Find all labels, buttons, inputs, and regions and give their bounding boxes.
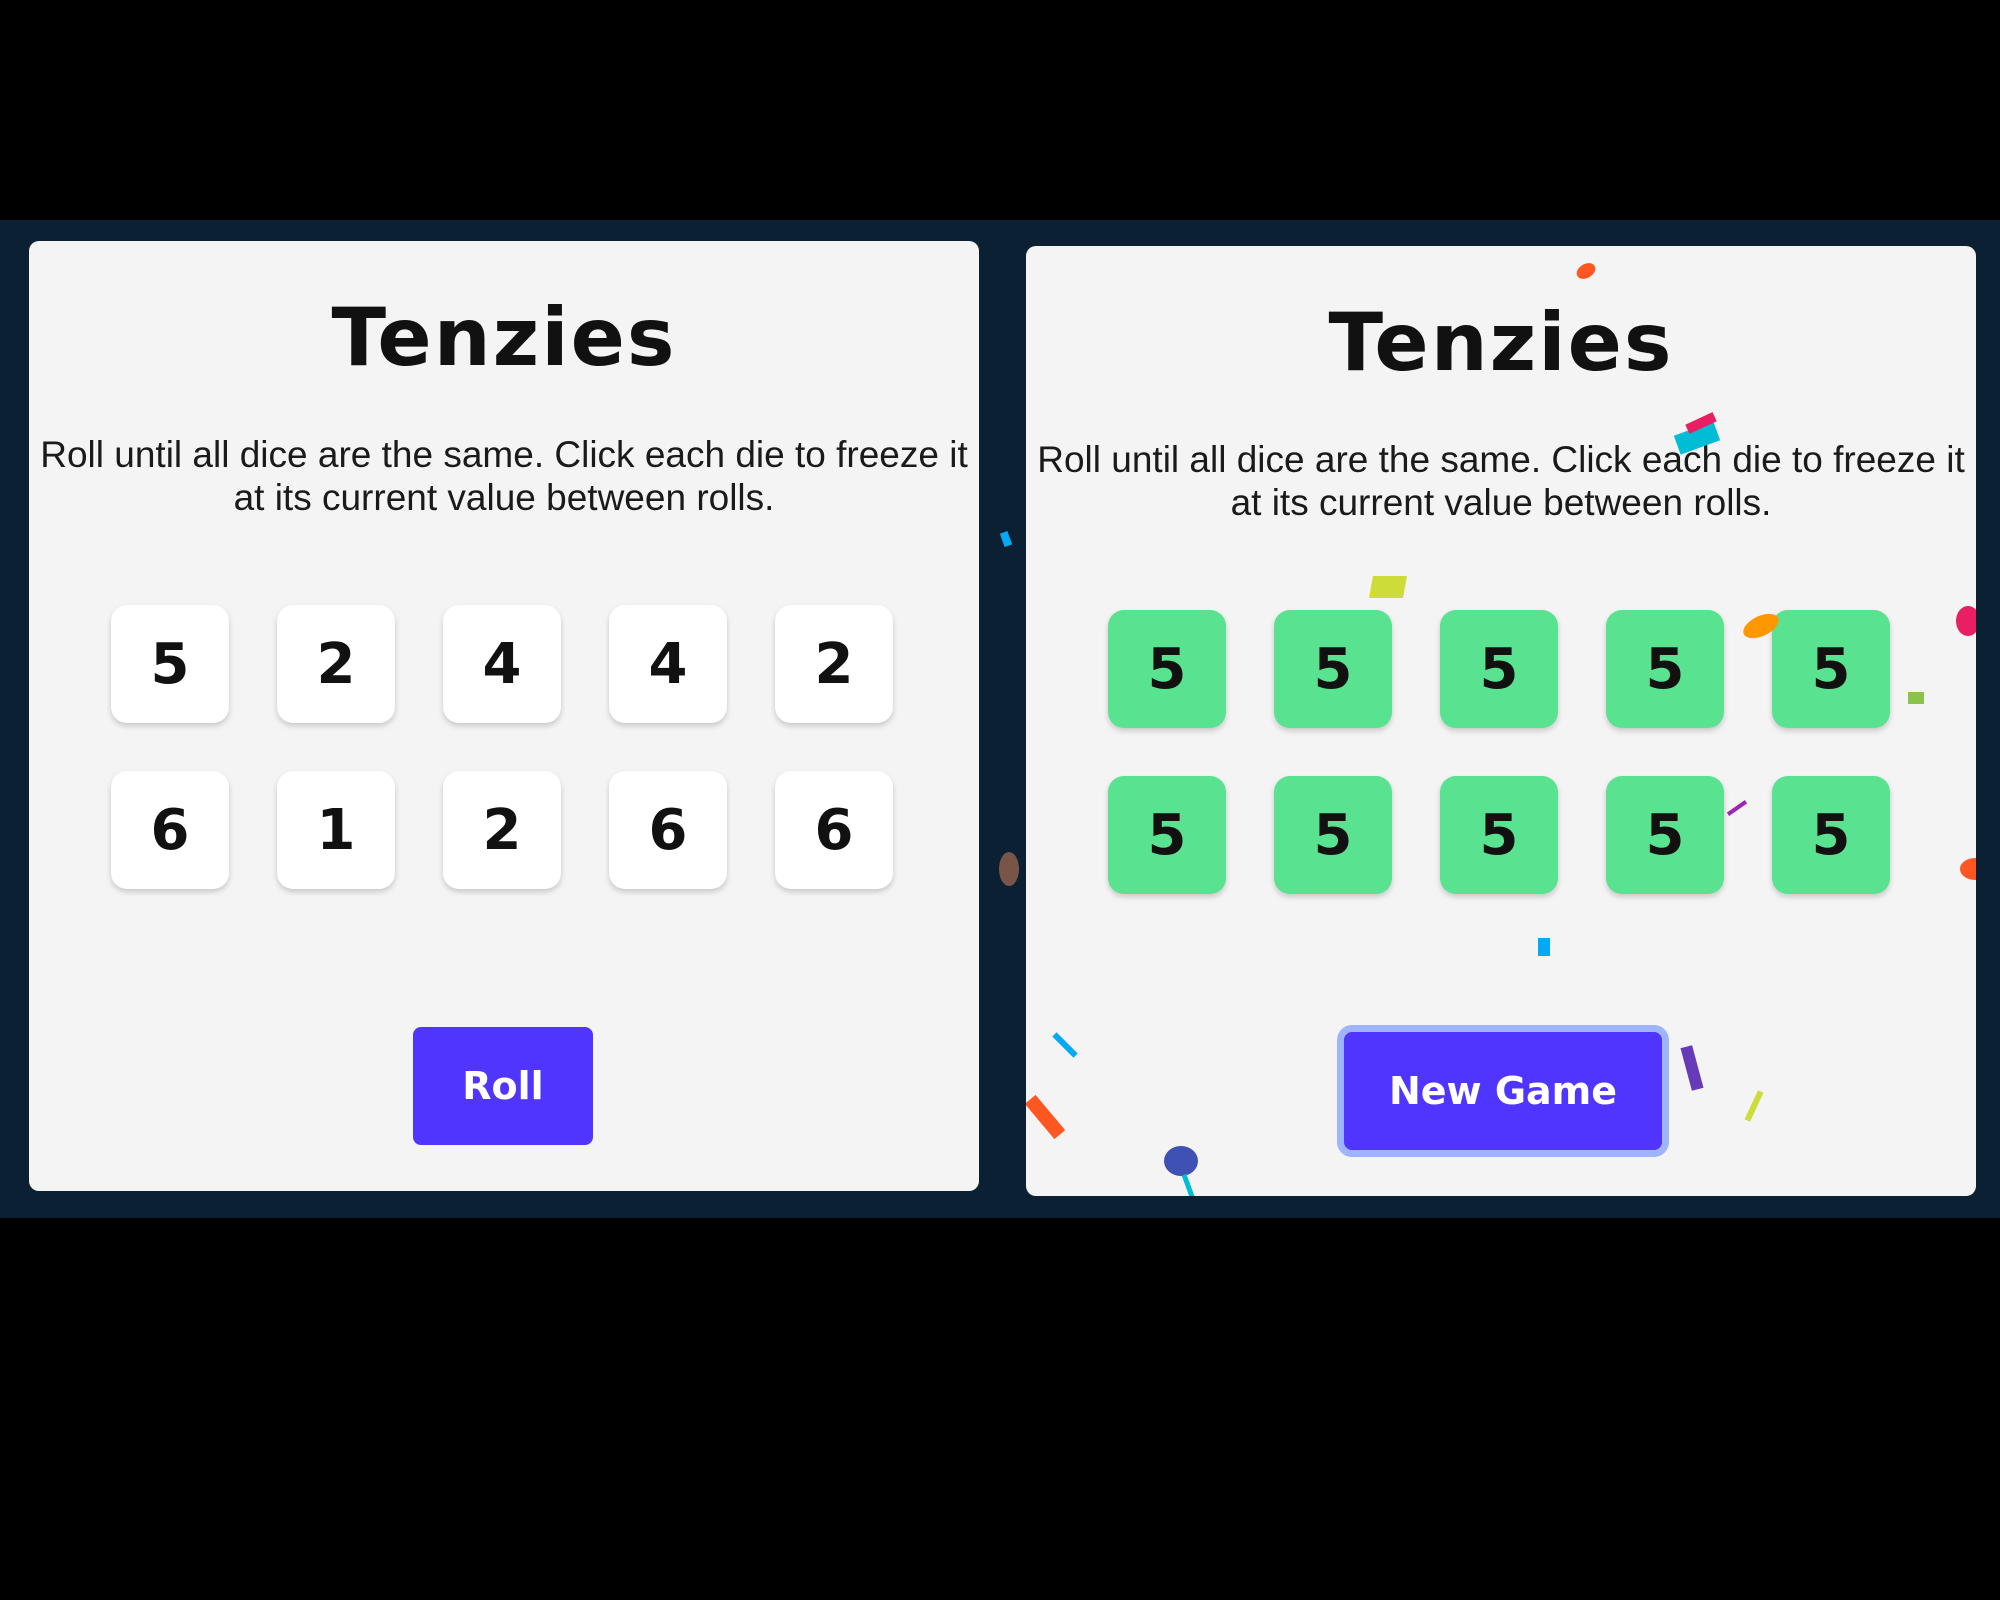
new-game-button[interactable]: New Game [1344, 1032, 1662, 1150]
confetti-piece [1181, 1173, 1196, 1196]
die-held[interactable]: 5 [1772, 776, 1890, 894]
die[interactable]: 6 [775, 771, 893, 889]
confetti-piece [1573, 259, 1599, 283]
game-title: Tenzies [1328, 296, 1674, 389]
die[interactable]: 4 [609, 605, 727, 723]
die[interactable]: 6 [111, 771, 229, 889]
die-held[interactable]: 5 [1606, 610, 1724, 728]
die-held[interactable]: 5 [1606, 776, 1724, 894]
die[interactable]: 6 [609, 771, 727, 889]
die-held[interactable]: 5 [1274, 776, 1392, 894]
roll-button[interactable]: Roll [413, 1027, 593, 1145]
game-title: Tenzies [331, 291, 677, 384]
die-held[interactable]: 5 [1440, 776, 1558, 894]
die[interactable]: 2 [443, 771, 561, 889]
die-held[interactable]: 5 [1108, 776, 1226, 894]
confetti-piece [999, 852, 1019, 886]
game-instructions: Roll until all dice are the same. Click … [40, 434, 968, 518]
confetti-piece [1164, 1146, 1198, 1176]
dice-grid: 5 5 5 5 5 5 5 5 5 5 [1108, 610, 1894, 894]
die-held[interactable]: 5 [1108, 610, 1226, 728]
die-held[interactable]: 5 [1440, 610, 1558, 728]
die[interactable]: 1 [277, 771, 395, 889]
confetti-piece [1744, 1090, 1764, 1122]
die-held[interactable]: 5 [1274, 610, 1392, 728]
game-instructions: Roll until all dice are the same. Click … [1037, 439, 1965, 523]
die[interactable]: 2 [277, 605, 395, 723]
die[interactable]: 2 [775, 605, 893, 723]
confetti-piece [1369, 576, 1407, 598]
confetti-piece [1908, 692, 1924, 704]
dice-grid: 5 2 4 4 2 6 1 2 6 6 [111, 605, 897, 889]
die[interactable]: 5 [111, 605, 229, 723]
tenzies-card-won: Tenzies Roll until all dice are the same… [1026, 246, 1976, 1196]
confetti-piece [1960, 858, 1976, 880]
confetti-piece [1680, 1045, 1704, 1091]
tenzies-card-in-progress: Tenzies Roll until all dice are the same… [29, 241, 979, 1191]
confetti-piece [1956, 606, 1976, 636]
confetti-piece [1052, 1032, 1078, 1058]
confetti-piece [1538, 938, 1550, 956]
die-held[interactable]: 5 [1772, 610, 1890, 728]
confetti-piece [1026, 1094, 1066, 1140]
die[interactable]: 4 [443, 605, 561, 723]
